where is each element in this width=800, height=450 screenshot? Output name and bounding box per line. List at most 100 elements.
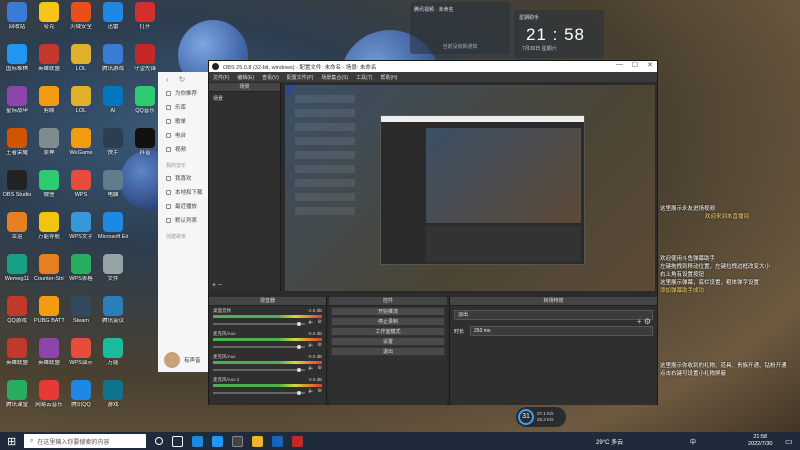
desktop-icon[interactable]: QQ音乐 [130,86,160,115]
control-button[interactable]: 开始推流 [331,307,445,316]
sidebar-item[interactable]: 电台 [158,128,210,142]
volume-slider[interactable] [213,321,306,326]
windows-start-icon[interactable]: ⊞ [7,435,16,448]
transition-select[interactable]: 淡出 [454,310,653,320]
speaker-icon[interactable]: 🔈 [308,342,314,348]
gear-icon[interactable]: ⚙ [318,388,322,394]
sidebar-item[interactable]: 为你推荐 [158,86,210,100]
notification-widget[interactable]: 腾讯视频 · 未命名 当前没有新通知 [410,2,510,54]
control-button[interactable]: 设置 [331,337,445,346]
desktop-icon[interactable]: Steam [66,296,96,325]
minimize-icon[interactable]: — [616,61,623,68]
clock-widget[interactable]: 星期助手 21 : 58 7月30日 星期六 [514,10,604,58]
avatar[interactable] [164,352,180,368]
control-button[interactable]: 工作室模式 [331,327,445,336]
preview-canvas[interactable] [285,85,655,291]
desktop-icon[interactable]: 回收站 [2,2,32,31]
desktop-icon[interactable]: 打开 [130,2,160,31]
sidebar-item[interactable]: 我喜欢 [158,171,210,185]
desktop-icon[interactable]: WPS [66,170,96,199]
app-icon[interactable] [292,435,303,447]
menu-item[interactable]: 配置文件(P) [287,74,314,81]
desktop-icon[interactable]: 迅雷 [98,2,128,31]
desktop-icon[interactable]: 幸运 [2,212,32,241]
desktop-icon[interactable]: LOL [66,44,96,73]
desktop-icon[interactable]: 快手 [98,128,128,157]
desktop-icon[interactable]: 原神 [34,128,64,157]
desktop-icon[interactable]: WPS表格 [66,254,96,283]
menu-item[interactable]: 查看(V) [262,74,279,81]
desktop-icon[interactable]: Counter-Strike Global [34,254,64,283]
gear-icon[interactable]: ⚙ [318,365,322,371]
desktop-icon[interactable]: 文件 [98,254,128,283]
desktop-icon[interactable]: Wemeg11 [2,254,32,283]
desktop-icon[interactable]: Microsoft Edge [98,212,128,241]
add-transition-icon[interactable]: + ⚙ [637,317,651,326]
menu-item[interactable]: 帮助(H) [380,74,397,81]
app-icon[interactable] [272,435,283,447]
desktop-icon[interactable]: 星际战甲 [2,86,32,115]
folder-icon[interactable] [252,435,263,447]
desktop-icon[interactable]: 网易云音乐 [34,380,64,409]
desktop-icon[interactable]: 腾讯课堂 [2,380,32,409]
ime-indicator[interactable]: 中 [690,437,696,446]
sidebar-item[interactable]: 最近播放 [158,199,210,213]
back-icon[interactable]: ‹ [166,75,169,84]
menu-item[interactable]: 文件(F) [213,74,229,81]
sidebar-item[interactable]: 默认列表 [158,213,210,227]
speaker-icon[interactable]: 🔈 [308,319,314,325]
taskbar-clock[interactable]: 21:58 2022/7/30 [748,434,772,448]
menu-item[interactable]: 编辑(E) [237,74,254,81]
desktop-icon[interactable]: 抖音 [130,128,160,157]
volume-slider[interactable] [213,390,306,395]
sidebar-item[interactable]: 视频 [158,142,210,156]
desktop-icon[interactable]: AI [98,86,128,115]
desktop-icon[interactable]: 火绒安全 [66,2,96,31]
close-icon[interactable]: ✕ [647,61,653,69]
desktop-icon[interactable]: 国际象棋 [2,44,32,73]
desktop-icon[interactable]: 腾讯游戏 [98,44,128,73]
desktop-icon[interactable]: 英雄联盟 [34,338,64,367]
refresh-icon[interactable]: ↻ [179,75,186,84]
menu-item[interactable]: 工具(T) [356,74,372,81]
desktop-icon[interactable]: 英雄联盟 [34,44,64,73]
desktop-icon[interactable]: 腾讯会议 [98,296,128,325]
desktop-icon[interactable]: 微信 [34,170,64,199]
sidebar-item[interactable]: 本地和下载 [158,185,210,199]
control-button[interactable]: 退出 [331,347,445,356]
cortana-icon[interactable] [155,437,163,445]
duration-input[interactable]: 250 ms [470,326,653,336]
speaker-icon[interactable]: 🔈 [308,388,314,394]
desktop-icon[interactable]: WeGame [66,128,96,157]
desktop-icon[interactable]: 电脑 [98,170,128,199]
task-view-icon[interactable] [172,435,183,447]
menu-item[interactable]: 场景集合(S) [321,74,348,81]
volume-slider[interactable] [213,344,306,349]
desktop-icon[interactable]: 游戏 [98,380,128,409]
gear-icon[interactable]: ⚙ [318,342,322,348]
sidebar-item[interactable]: 歌单 [158,114,210,128]
desktop-icon[interactable]: 腾讯QQ [66,380,96,409]
notification-icon[interactable]: ▭ [785,437,793,446]
gear-icon[interactable]: ⚙ [318,319,322,325]
maximize-icon[interactable]: ☐ [632,61,638,69]
desktop-icon[interactable]: OBS Studio [2,170,32,199]
desktop-icon[interactable]: 万能 [98,338,128,367]
desktop-icon[interactable]: PUBG BATTLEGR [34,296,64,325]
speaker-icon[interactable]: 🔈 [308,365,314,371]
volume-slider[interactable] [213,367,306,372]
desktop-icon[interactable]: 英雄联盟 [2,338,32,367]
desktop-icon[interactable]: 夸克 [34,2,64,31]
desktop-icon[interactable]: QQ游戏 [2,296,32,325]
app-icon[interactable] [212,435,223,447]
desktop-icon[interactable]: LOL [66,86,96,115]
taskbar-search[interactable]: ⌕ 在这里输入你要搜索的内容 [24,434,146,448]
desktop-icon[interactable]: 守望先锋 [130,44,160,73]
control-button[interactable]: 停止录制 [331,317,445,326]
add-scene-icon[interactable]: + − [212,282,222,289]
weather[interactable]: 29°C 多云 [596,437,623,446]
desktop-icon[interactable]: 剪映 [34,86,64,115]
sidebar-item[interactable]: 乐库 [158,100,210,114]
desktop-icon[interactable]: WPS文字 [66,212,96,241]
desktop-icon[interactable]: WPS演示 [66,338,96,367]
